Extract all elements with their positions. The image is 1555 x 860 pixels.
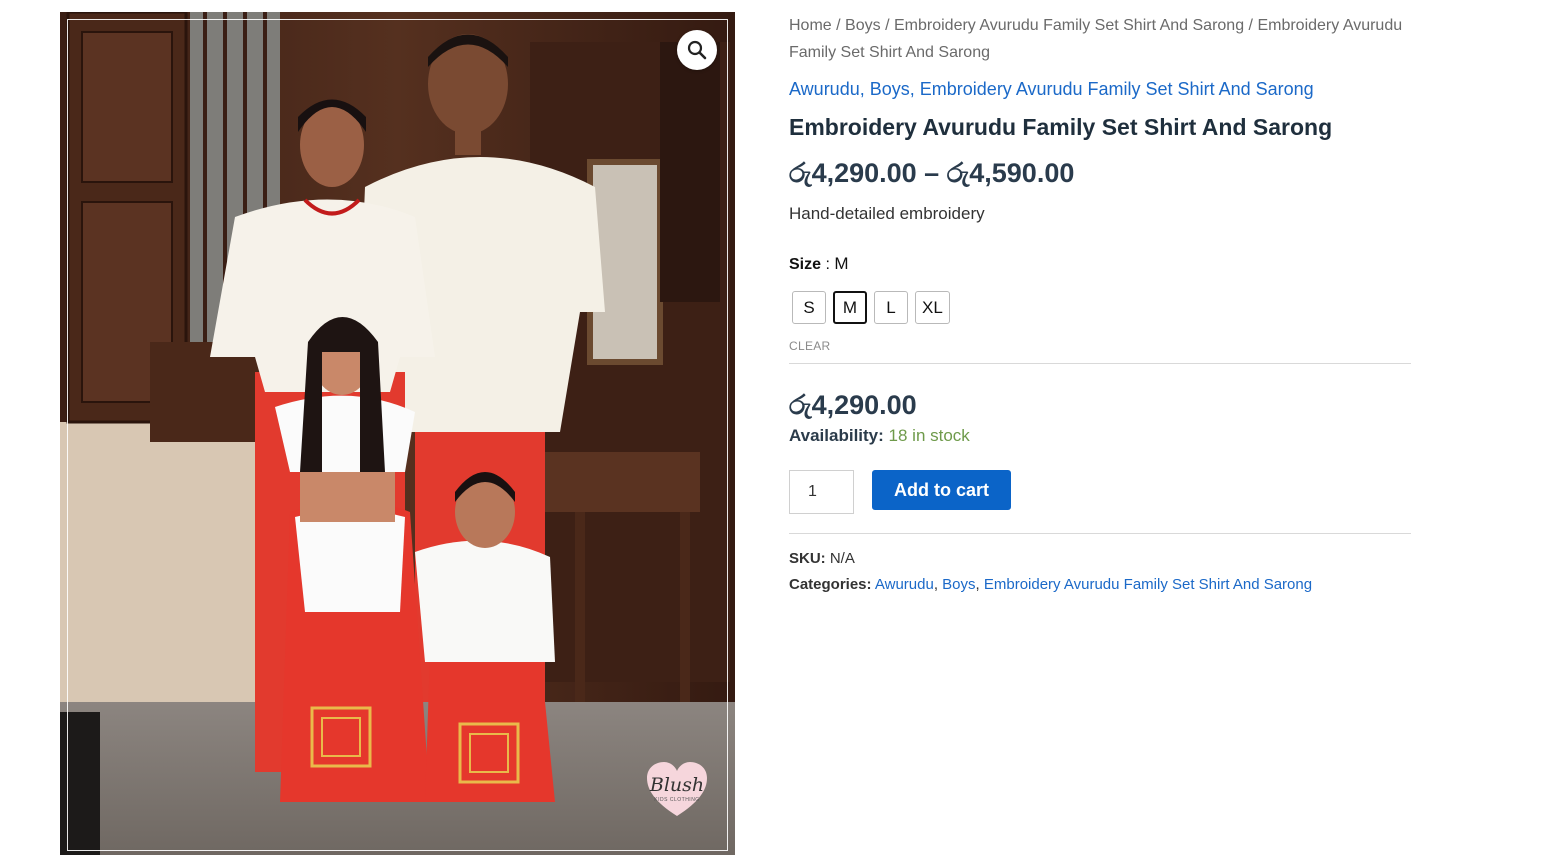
meta-category-awurudu[interactable]: Awurudu [875,576,934,593]
stock-status: 18 in stock [888,426,970,445]
brand-logo: Blush KIDS CLOTHING [645,760,709,820]
add-to-cart-row: Add to cart [789,470,1411,514]
breadcrumb-category[interactable]: Embroidery Avurudu Family Set Shirt And … [894,17,1244,34]
breadcrumb-separator: / [1248,17,1253,34]
category-link-family-set[interactable]: Embroidery Avurudu Family Set Shirt And … [920,79,1314,99]
add-to-cart-button[interactable]: Add to cart [872,470,1012,510]
product-meta: SKU: N/A Categories: Awurudu, Boys, Embr… [789,546,1411,598]
size-swatch-s[interactable]: S [792,291,826,324]
logo-subtext: KIDS CLOTHING [654,797,700,803]
category-links: Awurudu, Boys, Embroidery Avurudu Family… [789,79,1314,99]
size-swatch-l[interactable]: L [874,291,908,324]
variant-price: රු4,290.00 [789,390,917,420]
sku-value: N/A [829,550,855,567]
breadcrumb-home[interactable]: Home [789,17,832,34]
category-link-awurudu[interactable]: Awurudu [789,79,860,99]
categories-label: Categories: [789,576,872,593]
product-title: Embroidery Avurudu Family Set Shirt And … [789,114,1333,140]
divider [789,363,1411,364]
size-label: Size [789,256,822,273]
meta-category-family-set[interactable]: Embroidery Avurudu Family Set Shirt And … [984,576,1312,593]
sku-label: SKU: [789,550,826,567]
family-photo [60,12,735,855]
breadcrumb: Home / Boys / Embroidery Avurudu Family … [789,12,1411,66]
meta-category-boys[interactable]: Boys [942,576,975,593]
quantity-input[interactable] [789,470,854,514]
size-selected-value: M [834,254,849,273]
categories-row: Categories: Awurudu, Boys, Embroidery Av… [789,576,1313,593]
magnifier-icon [687,40,707,60]
size-swatches: S M L XL [789,291,1411,324]
short-description: Hand-detailed embroidery [789,204,985,223]
price-range: රු4,290.00 – රු4,590.00 [789,158,1075,188]
product-image[interactable]: Blush KIDS CLOTHING [60,12,735,855]
availability: Availability: 18 in stock [789,426,1411,446]
breadcrumb-boys[interactable]: Boys [845,17,881,34]
category-link-boys[interactable]: Boys [870,79,910,99]
size-swatch-m[interactable]: M [833,291,867,324]
sku-row: SKU: N/A [789,546,1411,572]
zoom-button[interactable] [677,30,717,70]
logo-text: Blush [649,774,705,796]
breadcrumb-separator: / [836,17,841,34]
breadcrumb-separator: / [885,17,890,34]
size-label-row: Size : M [789,254,1411,274]
product-summary: Home / Boys / Embroidery Avurudu Family … [789,12,1411,598]
divider [789,533,1411,534]
availability-label: Availability: [789,426,884,445]
size-swatch-xl[interactable]: XL [915,291,950,324]
clear-selection-link[interactable]: CLEAR [789,339,831,353]
